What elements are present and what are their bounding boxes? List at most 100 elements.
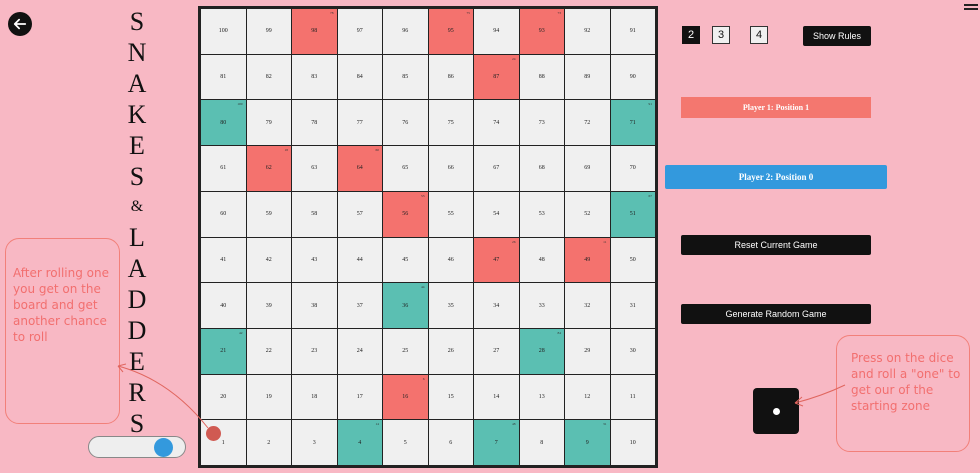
title-letter: & bbox=[130, 198, 144, 215]
title-letter: E bbox=[129, 347, 145, 376]
board-cell: 59 bbox=[246, 191, 291, 237]
cell-number: 46 bbox=[447, 256, 454, 263]
cell-number: 11 bbox=[629, 393, 636, 400]
board-cell: 30 bbox=[610, 328, 655, 374]
cell-number: 74 bbox=[493, 119, 500, 126]
title-letter: A bbox=[127, 69, 147, 98]
title-letter: A bbox=[127, 254, 147, 283]
board-cell: 13 bbox=[519, 374, 564, 420]
title-letter: D bbox=[127, 316, 147, 345]
cell-number: 17 bbox=[356, 393, 363, 400]
show-rules-button[interactable]: Show Rules bbox=[803, 26, 871, 46]
board-cell: 68 bbox=[519, 146, 564, 191]
cell-number: 48 bbox=[538, 256, 545, 263]
board-cell: 87 24 bbox=[474, 54, 519, 100]
cell-destination: 84 bbox=[557, 330, 562, 335]
cell-number: 99 bbox=[265, 28, 272, 35]
player-count-3[interactable]: 3 bbox=[712, 26, 730, 44]
title-letter: L bbox=[129, 223, 145, 252]
random-game-button[interactable]: Generate Random Game bbox=[681, 304, 871, 324]
cell-number: 36 bbox=[402, 302, 409, 309]
title-letter: K bbox=[127, 100, 147, 129]
cell-number: 100 bbox=[218, 28, 228, 35]
cell-destination: 6 bbox=[422, 376, 425, 381]
cell-number: 71 bbox=[629, 119, 636, 126]
board-cell: 85 bbox=[383, 54, 428, 100]
cell-number: 4 bbox=[358, 439, 362, 446]
cell-number: 62 bbox=[265, 165, 272, 172]
board-cell: 31 bbox=[610, 283, 655, 328]
cell-number: 40 bbox=[220, 302, 227, 309]
cell-destination: 53 bbox=[421, 193, 425, 198]
board-cell: 22 bbox=[246, 328, 291, 374]
cell-destination: 91 bbox=[648, 102, 653, 107]
cell-number: 97 bbox=[356, 28, 363, 35]
board-cell: 50 bbox=[610, 237, 655, 283]
board-cell: 58 bbox=[292, 191, 337, 237]
cell-number: 32 bbox=[584, 302, 591, 309]
game-title: S N A K E S & L A D D E R S bbox=[120, 6, 154, 439]
cell-number: 27 bbox=[493, 348, 500, 355]
cell-destination: 48 bbox=[512, 422, 516, 427]
cell-number: 60 bbox=[220, 211, 227, 218]
cell-number: 41 bbox=[220, 256, 227, 263]
player-count-2[interactable]: 2 bbox=[682, 26, 700, 44]
cell-number: 55 bbox=[447, 211, 454, 218]
cell-number: 63 bbox=[311, 165, 318, 172]
cell-destination: 67 bbox=[648, 193, 653, 198]
cell-number: 7 bbox=[494, 439, 498, 446]
title-letter: S bbox=[129, 7, 145, 36]
cell-number: 43 bbox=[311, 256, 318, 263]
board-cell: 76 bbox=[383, 100, 428, 146]
cell-number: 83 bbox=[311, 74, 318, 81]
cell-number: 39 bbox=[265, 302, 272, 309]
board-cell: 26 bbox=[428, 328, 473, 374]
board-cell: 19 bbox=[246, 374, 291, 420]
player-count-selector: 2 3 4 bbox=[682, 26, 768, 44]
board-cell: 20 bbox=[201, 374, 246, 420]
cell-number: 29 bbox=[584, 348, 591, 355]
reset-game-button[interactable]: Reset Current Game bbox=[681, 235, 871, 255]
cell-number: 35 bbox=[447, 302, 454, 309]
board-cell: 46 bbox=[428, 237, 473, 283]
dice-button[interactable] bbox=[753, 388, 799, 434]
cell-number: 12 bbox=[584, 393, 591, 400]
board-cell: 47 26 bbox=[474, 237, 519, 283]
toggle-switch[interactable] bbox=[88, 436, 186, 458]
player-2-status: Player 2: Position 0 bbox=[665, 165, 887, 189]
back-button[interactable] bbox=[8, 12, 32, 36]
cell-number: 24 bbox=[356, 348, 363, 355]
cell-number: 92 bbox=[584, 28, 591, 35]
board-cell: 88 bbox=[519, 54, 564, 100]
board-cell: 6 bbox=[428, 420, 473, 465]
board-cell: 38 bbox=[292, 283, 337, 328]
player-count-4[interactable]: 4 bbox=[750, 26, 768, 44]
cell-number: 77 bbox=[356, 119, 363, 126]
board-cell: 71 91 bbox=[610, 100, 655, 146]
board-cell: 60 bbox=[201, 191, 246, 237]
board-cell: 52 bbox=[565, 191, 610, 237]
board-cell: 15 bbox=[428, 374, 473, 420]
cell-number: 50 bbox=[629, 256, 636, 263]
cell-number: 21 bbox=[220, 348, 227, 355]
cell-number: 72 bbox=[584, 119, 591, 126]
board-cell: 4 14 bbox=[337, 420, 382, 465]
title-letter: E bbox=[129, 131, 145, 160]
cell-destination: 14 bbox=[375, 422, 380, 427]
cell-number: 23 bbox=[311, 348, 318, 355]
cell-number: 73 bbox=[538, 119, 545, 126]
title-letter: R bbox=[128, 378, 146, 407]
cell-number: 75 bbox=[447, 119, 454, 126]
board-cell: 80 100 bbox=[201, 100, 246, 146]
cell-number: 86 bbox=[447, 74, 454, 81]
cell-destination: 73 bbox=[557, 11, 562, 15]
board-cell: 93 73 bbox=[519, 9, 564, 54]
cell-number: 85 bbox=[402, 74, 409, 81]
cell-number: 6 bbox=[449, 439, 453, 446]
cell-number: 89 bbox=[584, 74, 591, 81]
cell-number: 88 bbox=[538, 74, 545, 81]
cell-destination: 44 bbox=[421, 285, 425, 290]
hamburger-menu-icon[interactable] bbox=[964, 2, 978, 12]
board-cell: 99 bbox=[246, 9, 291, 54]
board-cell: 53 bbox=[519, 191, 564, 237]
